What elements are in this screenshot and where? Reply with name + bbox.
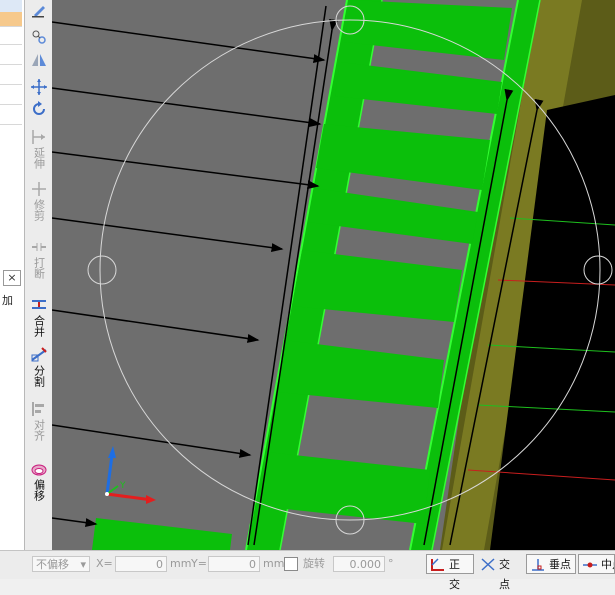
left-panel-row[interactable] [0,50,22,65]
tool-label: 分割 [32,365,46,387]
left-panel-row[interactable] [0,90,22,105]
midpoint-icon [583,562,597,568]
rotate-unit: ° [388,557,394,570]
x-unit: mm [170,557,192,570]
split-icon [30,347,47,362]
y-input[interactable]: 0 [208,556,260,572]
tool-label: 修剪 [32,199,46,221]
3d-viewport[interactable]: Y [52,0,615,550]
offset-icon [31,464,46,476]
align-icon [31,402,44,416]
copy-icon [32,30,46,44]
rotate-input[interactable]: 0.000 [333,556,385,572]
tool-mirror[interactable] [27,52,50,68]
tool-break[interactable]: 打断 [27,238,50,279]
model-scene: Y [52,0,615,550]
tool-label: 偏移 [32,479,46,501]
extend-icon [31,130,45,144]
tool-merge[interactable]: 合并 [27,296,50,337]
tool-rotate[interactable] [27,100,50,118]
trim-icon [31,182,46,196]
midpoint-label: 中点 [601,558,614,571]
move-icon [30,79,47,95]
rotate-label: 旋转 [303,557,325,570]
tool-trim[interactable]: 修剪 [27,180,50,221]
left-panel-row[interactable] [0,70,22,85]
status-bar: 不偏移 ▾ X= 0 mm Y= 0 mm 旋转 0.000 ° 正交 交点 垂… [0,550,615,591]
tool-copy[interactable] [27,28,50,46]
modify-toolbar: 延伸修剪打断合并分割对齐偏移 [25,0,53,550]
tool-label: 对齐 [32,419,46,441]
left-panel-row[interactable] [0,110,22,125]
ortho-button[interactable]: 正交 [426,554,474,591]
tool-label: 合并 [32,315,46,337]
left-panel-row[interactable] [0,30,22,45]
left-panel-row-selected[interactable] [0,12,22,27]
rotate-icon [32,101,45,115]
offset-mode-value: 不偏移 [36,558,69,571]
offset-mode-select[interactable]: 不偏移 ▾ [32,556,90,572]
brush-icon [31,6,45,18]
ortho-label: 正交 [449,558,460,591]
perpendicular-label: 垂点 [549,558,571,571]
intersection-snap-button[interactable]: 交点 [476,554,524,591]
svg-text:Y: Y [119,481,126,491]
y-unit: mm [263,557,285,570]
left-panel: × 加 [0,0,25,550]
tool-label: 打断 [32,257,46,279]
mirror-icon [31,54,46,66]
left-panel-label: 加 [2,294,13,307]
y-label: Y= [191,557,207,570]
tool-extend[interactable]: 延伸 [27,128,50,169]
merge-icon [31,300,46,309]
tool-offset[interactable]: 偏移 [27,460,50,501]
intersection-icon [481,558,495,571]
perpendicular-icon [532,559,544,571]
break-icon [31,243,46,251]
tool-split[interactable]: 分割 [27,346,50,387]
x-input[interactable]: 0 [115,556,167,572]
tool-move[interactable] [27,78,50,96]
intersection-label: 交点 [499,558,510,591]
tool-brush[interactable] [27,2,50,18]
ortho-icon [431,558,444,571]
perpendicular-snap-button[interactable]: 垂点 [526,554,576,574]
midpoint-snap-button[interactable]: 中点 [578,554,615,574]
close-icon[interactable]: × [3,270,21,286]
tool-align[interactable]: 对齐 [27,400,50,441]
rotate-checkbox[interactable] [284,557,298,571]
tool-label: 延伸 [32,147,46,169]
chevron-down-icon: ▾ [80,558,86,571]
x-label: X= [96,557,113,570]
